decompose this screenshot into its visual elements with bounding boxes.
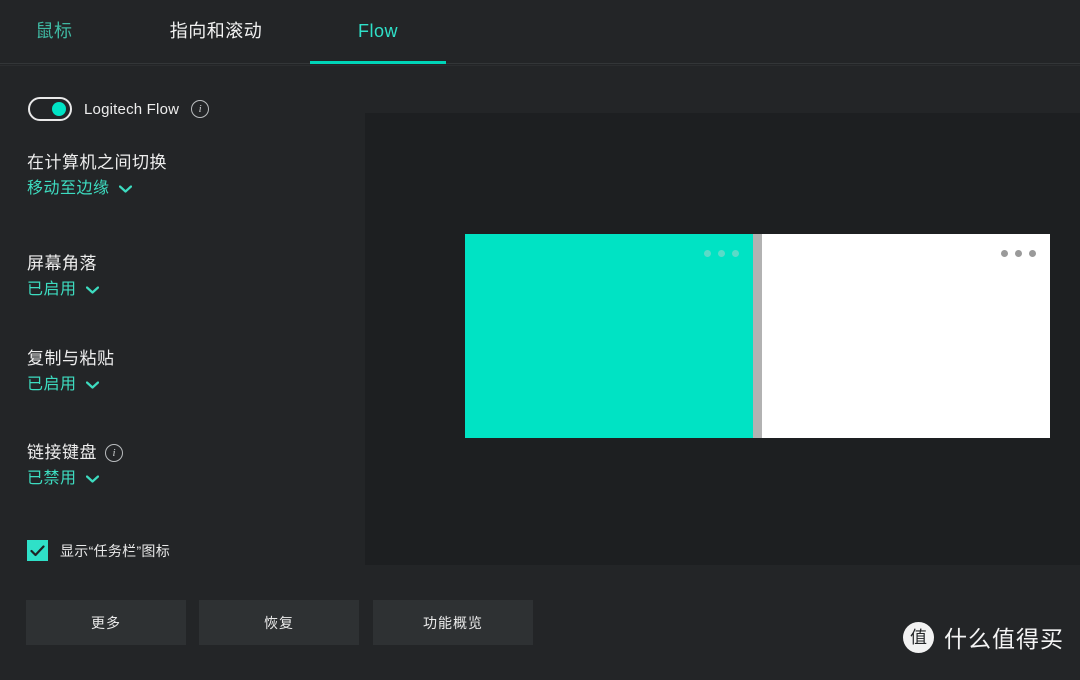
flow-preview-panel <box>365 113 1080 565</box>
check-icon <box>30 544 45 556</box>
show-taskbar-icon-label: 显示“任务栏”图标 <box>60 542 171 559</box>
tab-flow[interactable]: Flow <box>310 0 446 64</box>
tab-pointing-and-scrolling[interactable]: 指向和滚动 <box>140 0 292 64</box>
toggle-knob <box>52 102 66 116</box>
chevron-down-icon <box>85 286 99 294</box>
info-icon[interactable]: i <box>105 444 123 462</box>
screen-arrangement <box>465 234 1050 438</box>
screen-preview-secondary[interactable] <box>762 234 1050 438</box>
dot <box>1029 250 1036 257</box>
setting-label-row: 链接键盘 i <box>27 441 123 465</box>
chevron-down-icon <box>85 475 99 483</box>
dot <box>718 250 725 257</box>
info-icon[interactable]: i <box>191 100 210 118</box>
screen-dots-icon <box>1001 250 1036 257</box>
tab-bar: 鼠标 指向和滚动 Flow <box>0 0 1080 64</box>
logitech-flow-toggle-row: Logitech Flow i <box>28 97 210 121</box>
setting-label-row: 在计算机之间切换 <box>27 151 167 175</box>
logitech-options-flow-window: 鼠标 指向和滚动 Flow Logitech Flow i 在计算机之间切换 移… <box>0 0 1080 680</box>
tab-mouse[interactable]: 鼠标 <box>0 0 108 64</box>
setting-label: 在计算机之间切换 <box>27 153 167 172</box>
setting-label: 复制与粘贴 <box>27 349 115 368</box>
setting-value-dropdown[interactable]: 已启用 <box>27 279 99 301</box>
setting-value-dropdown[interactable]: 移动至边缘 <box>27 178 167 200</box>
screen-dots-icon <box>704 250 739 257</box>
active-tab-indicator <box>310 61 446 64</box>
setting-value: 移动至边缘 <box>27 180 110 197</box>
watermark: 值 什么值得买 <box>903 620 1064 654</box>
bottom-toolbar: 更多 恢复 功能概览 值 什么值得买 <box>0 590 1080 680</box>
setting-label-row: 屏幕角落 <box>27 252 99 276</box>
restore-button[interactable]: 恢复 <box>199 600 359 645</box>
chevron-down-icon <box>118 185 132 193</box>
settings-sidebar: Logitech Flow i 在计算机之间切换 移动至边缘 屏幕角落 已启用 <box>0 66 365 590</box>
setting-value: 已启用 <box>27 281 77 298</box>
tab-pointing-and-scrolling-label: 指向和滚动 <box>169 21 263 41</box>
dot <box>704 250 711 257</box>
setting-value-dropdown[interactable]: 已启用 <box>27 374 115 396</box>
setting-link-keyboard: 链接键盘 i 已禁用 <box>27 441 123 490</box>
logitech-flow-label: Logitech Flow <box>84 100 180 118</box>
watermark-text: 什么值得买 <box>944 626 1064 652</box>
setting-switch-between-computers: 在计算机之间切换 移动至边缘 <box>27 151 167 200</box>
show-taskbar-icon-row[interactable]: 显示“任务栏”图标 <box>27 540 170 561</box>
setting-value: 已启用 <box>27 376 77 393</box>
setting-copy-and-paste: 复制与粘贴 已启用 <box>27 347 115 396</box>
show-taskbar-icon-checkbox[interactable] <box>27 540 48 561</box>
setting-screen-corners: 屏幕角落 已启用 <box>27 252 99 301</box>
setting-value: 已禁用 <box>27 470 77 487</box>
chevron-down-icon <box>85 381 99 389</box>
dot <box>732 250 739 257</box>
feature-tour-button[interactable]: 功能概览 <box>373 600 533 645</box>
setting-value-dropdown[interactable]: 已禁用 <box>27 468 123 490</box>
setting-label: 屏幕角落 <box>27 254 97 273</box>
dot <box>1001 250 1008 257</box>
watermark-badge-icon: 值 <box>903 621 934 653</box>
dot <box>1015 250 1022 257</box>
screen-preview-primary[interactable] <box>465 234 753 438</box>
screen-divider <box>753 234 762 438</box>
tab-mouse-label: 鼠标 <box>35 21 73 41</box>
tab-flow-label: Flow <box>357 21 398 41</box>
setting-label-row: 复制与粘贴 <box>27 347 115 371</box>
setting-label: 链接键盘 <box>27 443 97 462</box>
more-button[interactable]: 更多 <box>26 600 186 645</box>
logitech-flow-toggle[interactable] <box>28 97 72 121</box>
